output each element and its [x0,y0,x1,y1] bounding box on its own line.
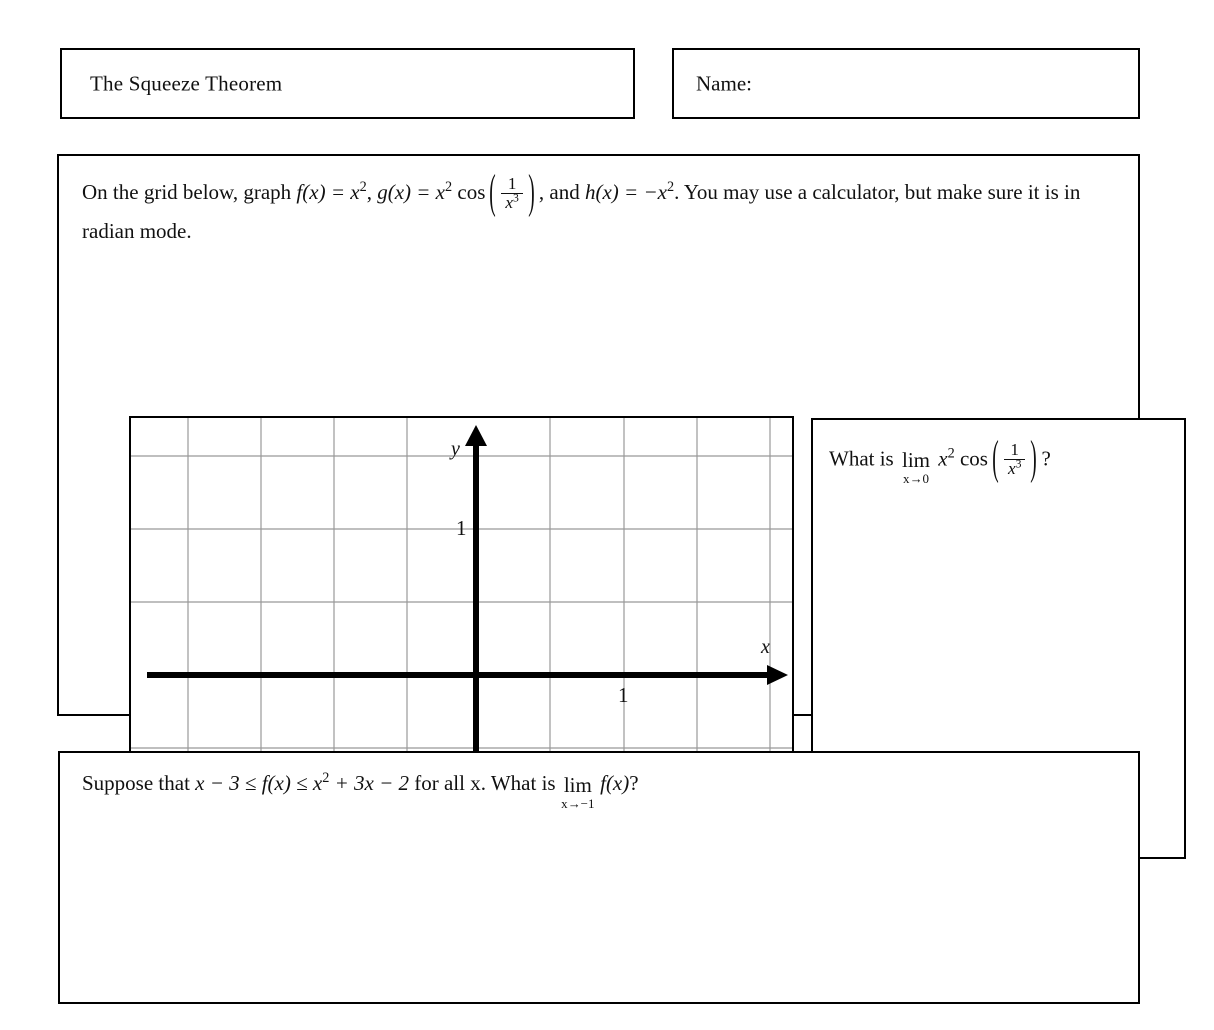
limit-expr-var: x [938,446,948,471]
instructions-part1: On the grid below, graph [82,180,297,204]
limit-function-fx: f(x) [600,771,630,795]
limit-question-text: What is lim x→0 x2 cos(1 x3)? [829,430,1051,486]
function-f-expr: f(x) = x [296,180,360,204]
fraction-denominator: x3 [501,191,523,212]
limit-word: lim [563,772,592,797]
fraction-denominator-var: x [1007,459,1016,479]
fraction-denominator: x3 [1003,457,1026,479]
right-paren-icon: ) [528,164,535,219]
function-g-definition: g(x) = x2 cos(1 x3) [377,164,539,218]
left-paren-icon: ( [489,164,497,219]
limit-question-lead: What is [829,446,899,471]
limit-operator: lim x→0 [901,448,930,486]
y-axis-tick-label-1: 1 [456,516,467,540]
page-title: The Squeeze Theorem [90,71,283,95]
instructions-sep1: , [366,180,378,204]
function-f-definition: f(x) = x2 [296,180,366,204]
fraction-one-over-x-cubed: 1 x3 [501,174,523,212]
name-box[interactable]: Name: [672,48,1140,119]
limit-expr-exponent: 2 [947,445,955,462]
x-axis-arrowhead [767,665,788,685]
right-paren-icon: ) [1030,430,1038,485]
function-h-expr: h(x) = −x [584,180,667,204]
left-paren-icon: ( [992,430,999,485]
fraction-denominator-exp: 3 [1015,457,1022,471]
function-f-exponent: 2 [359,179,367,195]
problem-container: On the grid below, graph f(x) = x2, g(x)… [57,154,1186,859]
bottom-question-trailing: ? [629,771,639,795]
inequality-left: x − 3 ≤ f(x) ≤ x [195,771,323,795]
bottom-question-lead: Suppose that [82,771,196,795]
limit-word: lim [901,448,930,473]
y-axis-label: y [451,438,460,460]
limit-subscript: x→−1 [561,795,595,811]
title-box: The Squeeze Theorem [60,48,635,119]
instructions-text: On the grid below, graph f(x) = x2, g(x)… [82,164,1112,249]
instructions-sep2: , and [538,180,585,204]
bottom-question-text: Suppose that x − 3 ≤ f(x) ≤ x2 + 3x − 2 … [82,771,639,810]
fraction-denominator-var: x [505,192,514,212]
x-axis-label: x [761,636,770,658]
fraction-one-over-x-cubed: 1 x3 [1003,441,1026,479]
x-axis-tick-label-1: 1 [618,683,629,707]
limit-subscript: x→0 [902,471,929,487]
cosine-operator: cos [959,446,988,471]
function-g-expr: g(x) = x [377,180,446,204]
limit-question-trailing: ? [1041,446,1051,471]
y-axis-arrowhead [465,425,487,446]
function-g-exponent: 2 [445,179,453,195]
inequality-right: + 3x − 2 [329,771,409,795]
limit-operator: lim x→−1 [561,772,594,810]
bottom-answer-box[interactable]: Suppose that x − 3 ≤ f(x) ≤ x2 + 3x − 2 … [58,751,1140,1004]
bottom-question-middle: for all x. What is [409,771,561,795]
function-h-definition: h(x) = −x2 [585,180,674,204]
cosine-operator: cos [457,180,486,204]
fraction-denominator-exp: 3 [513,191,519,205]
name-label: Name: [696,71,752,95]
